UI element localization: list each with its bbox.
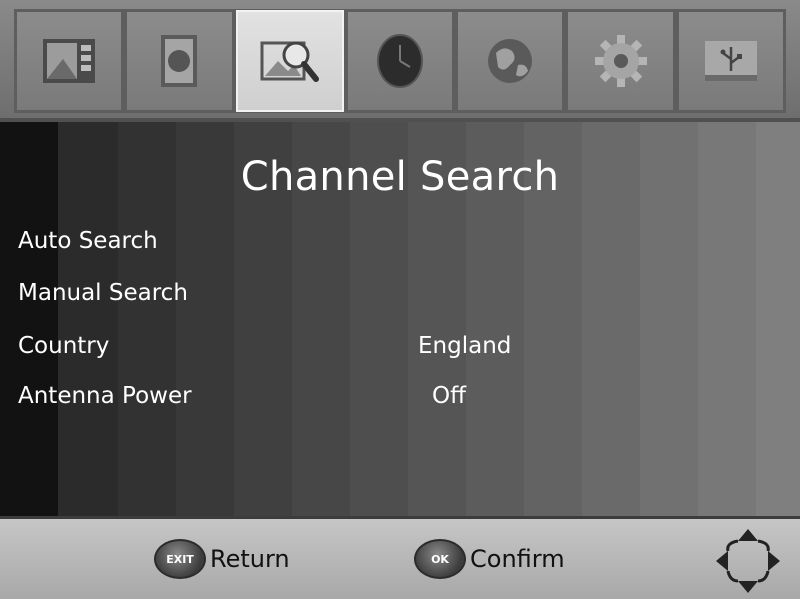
menu-item-label: Manual Search bbox=[18, 280, 188, 306]
tab-time[interactable] bbox=[347, 12, 453, 110]
help-bar: EXIT Return OK Confirm bbox=[0, 516, 800, 599]
channel-search-menu: Channel Search Auto Search Manual Search… bbox=[0, 122, 800, 516]
clock-icon bbox=[376, 34, 423, 88]
menu-item-label: Auto Search bbox=[18, 228, 158, 254]
page-title: Channel Search bbox=[240, 154, 560, 200]
usb-icon bbox=[704, 41, 757, 81]
menu-tabs bbox=[14, 9, 786, 113]
country-value: England bbox=[418, 333, 512, 359]
channel-search-icon bbox=[260, 41, 319, 82]
menu-item-label: Country bbox=[18, 333, 110, 359]
tab-image[interactable] bbox=[127, 12, 232, 110]
tab-system[interactable] bbox=[568, 12, 673, 110]
tab-language[interactable] bbox=[458, 12, 563, 110]
menu-item-manual-search[interactable]: Manual Search bbox=[18, 280, 778, 320]
confirm-hint: OK Confirm bbox=[414, 537, 565, 581]
menu-item-label: Antenna Power bbox=[18, 383, 192, 409]
menu-item-auto-search[interactable]: Auto Search bbox=[18, 228, 778, 268]
menu-item-country[interactable]: Country England bbox=[18, 333, 778, 373]
tab-usb[interactable] bbox=[678, 12, 783, 110]
tab-channel-search[interactable] bbox=[235, 10, 344, 112]
antenna-power-value: Off bbox=[432, 383, 466, 409]
tab-picture[interactable] bbox=[17, 12, 122, 110]
navigation-arrows-icon bbox=[716, 529, 780, 593]
return-label: Return bbox=[210, 545, 290, 573]
confirm-label: Confirm bbox=[470, 545, 565, 573]
gear-icon bbox=[594, 35, 647, 87]
menu-tab-bar bbox=[0, 0, 800, 122]
image-icon bbox=[161, 35, 198, 87]
ok-key-icon: OK bbox=[414, 539, 466, 579]
menu-item-antenna-power[interactable]: Antenna Power Off bbox=[18, 383, 778, 423]
exit-key-icon: EXIT bbox=[154, 539, 206, 579]
return-hint: EXIT Return bbox=[154, 537, 290, 581]
picture-icon bbox=[43, 39, 96, 83]
globe-icon bbox=[488, 39, 533, 83]
